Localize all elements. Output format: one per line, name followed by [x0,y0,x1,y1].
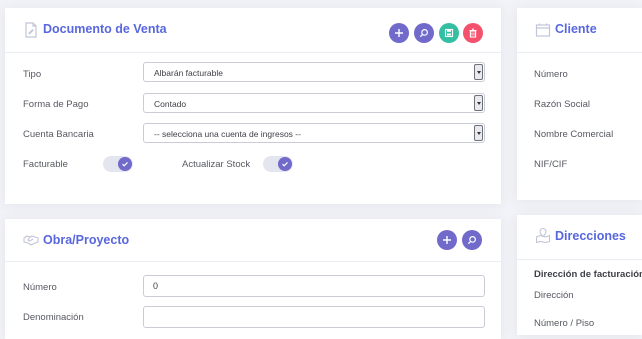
delete-button[interactable] [463,23,483,43]
direcciones-card: Direcciones Dirección de facturación: Di… [517,215,642,335]
cliente-card: Cliente Número Razón Social Nombre Comer… [517,8,642,200]
direccion-facturacion-heading: Dirección de facturación: [534,269,642,280]
documento-venta-card: Documento de Venta Tipo Albarán facturab… [5,8,501,204]
cuenta-bancaria-select[interactable]: -- selecciona una cuenta de ingresos -- [143,123,485,143]
actualizar-stock-toggle[interactable] [263,156,293,172]
forma-pago-select[interactable]: Contado [143,93,485,113]
add-button[interactable] [389,23,409,43]
card-title: Direcciones [555,229,626,243]
facturable-toggle[interactable] [103,156,133,172]
save-button[interactable] [439,23,459,43]
trash-icon [469,28,477,38]
tipo-label: Tipo [23,69,42,80]
chevron-down-icon[interactable] [474,64,483,80]
denominacion-label: Denominación [23,312,84,323]
handshake-icon [23,232,39,248]
obra-proyecto-card: Obra/Proyecto Número 0 Denominación [5,219,501,339]
direccion-label: Dirección [534,290,574,301]
denominacion-input[interactable] [143,306,485,328]
card-header: Cliente [517,8,642,53]
cliente-nombre-comercial-label: Nombre Comercial [534,129,614,140]
window-icon [535,22,551,38]
card-title: Cliente [555,22,597,36]
actualizar-stock-label: Actualizar Stock [182,159,251,170]
card-title: Documento de Venta [43,22,167,36]
forma-pago-label: Forma de Pago [23,99,89,110]
search-button[interactable] [462,230,482,250]
card-header: Documento de Venta [5,8,501,53]
plus-icon [443,236,451,244]
tipo-value: Albarán facturable [154,68,223,78]
obra-numero-label: Número [23,282,57,293]
search-icon [467,236,476,245]
cliente-nif-label: NIF/CIF [534,159,568,170]
cliente-numero-label: Número [534,69,568,80]
obra-numero-value: 0 [153,281,159,291]
document-edit-icon [23,22,39,38]
search-button[interactable] [414,23,434,43]
save-icon [444,28,454,38]
map-pin-icon [535,227,551,244]
tipo-select[interactable]: Albarán facturable [143,62,485,82]
cuenta-bancaria-label: Cuenta Bancaria [23,129,94,140]
plus-icon [395,29,403,37]
card-header: Obra/Proyecto [5,219,501,262]
facturable-label: Facturable [23,159,68,170]
chevron-down-icon[interactable] [474,125,483,141]
search-icon [419,29,428,38]
forma-pago-value: Contado [154,99,187,109]
card-title: Obra/Proyecto [43,233,130,247]
add-button[interactable] [437,230,457,250]
cliente-razon-social-label: Razón Social [534,99,590,110]
chevron-down-icon[interactable] [474,95,483,111]
card-header: Direcciones [517,215,642,260]
check-icon [118,157,132,171]
check-icon [278,157,292,171]
cuenta-bancaria-value: -- selecciona una cuenta de ingresos -- [154,129,301,139]
obra-numero-input[interactable]: 0 [143,275,485,297]
